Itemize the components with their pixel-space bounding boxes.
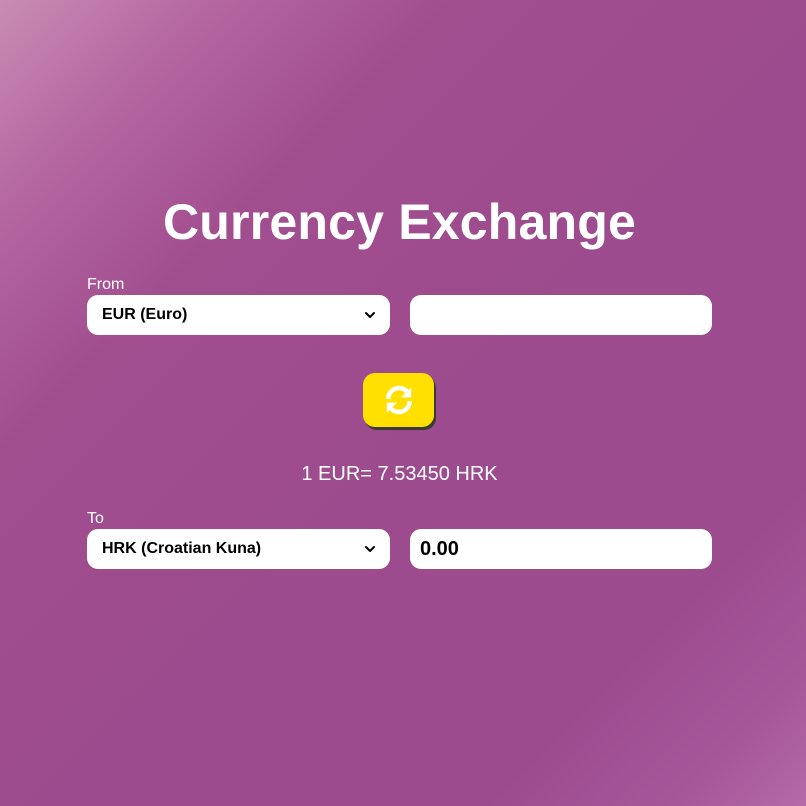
to-amount-input[interactable] bbox=[410, 529, 712, 569]
from-amount-input[interactable] bbox=[410, 295, 712, 335]
to-label: To bbox=[87, 510, 104, 527]
currency-exchange-app: Currency Exchange From EUR (Euro) 1 EUR=… bbox=[87, 0, 712, 806]
from-label: From bbox=[87, 276, 125, 293]
swap-button[interactable] bbox=[363, 373, 434, 427]
to-currency-value: HRK (Croatian Kuna) bbox=[102, 540, 262, 557]
from-currency-select[interactable]: EUR (Euro) bbox=[87, 295, 390, 335]
from-currency-value: EUR (Euro) bbox=[102, 306, 188, 323]
chevron-down-icon bbox=[365, 312, 375, 318]
exchange-rate-text: 1 EUR= 7.53450 HRK bbox=[301, 463, 498, 485]
refresh-icon bbox=[385, 385, 412, 415]
to-currency-select[interactable]: HRK (Croatian Kuna) bbox=[87, 529, 390, 569]
chevron-down-icon bbox=[365, 546, 375, 552]
page-title: Currency Exchange bbox=[162, 194, 637, 250]
